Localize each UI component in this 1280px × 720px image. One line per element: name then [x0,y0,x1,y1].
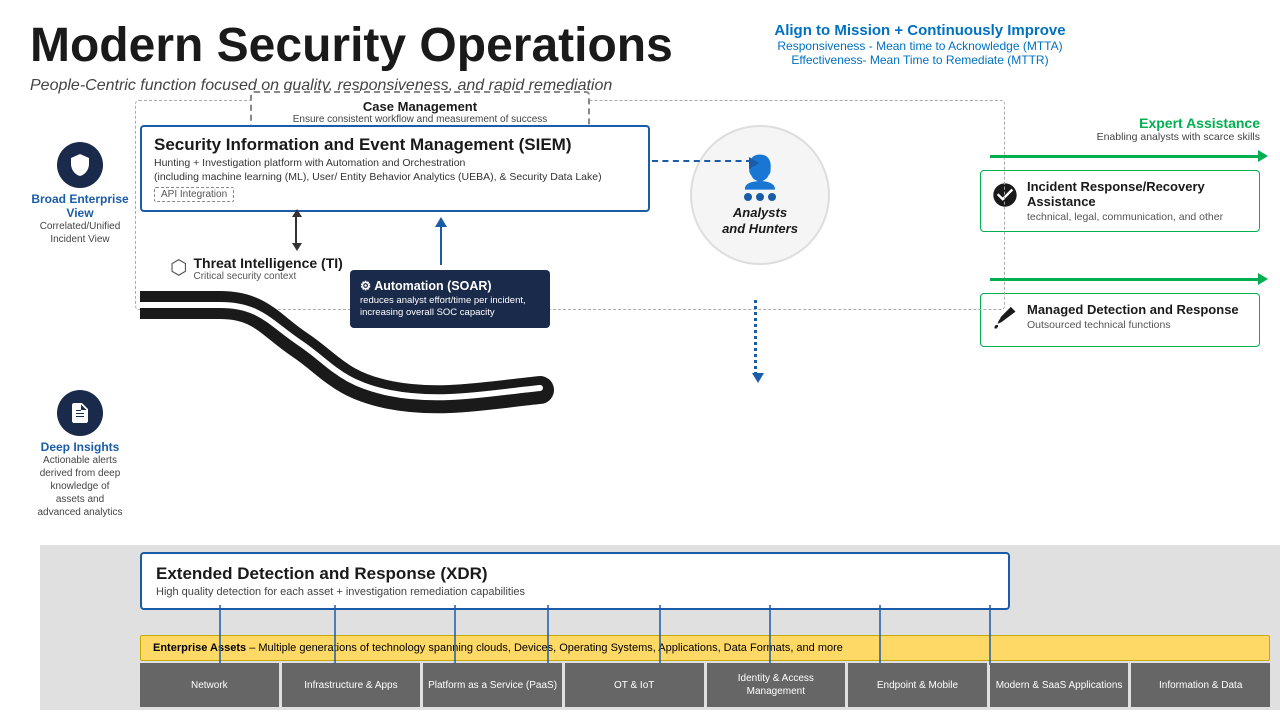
mdr-icon [991,304,1019,338]
enterprise-text: – Multiple generations of technology spa… [246,642,843,654]
analysts-down-arrowhead [752,373,764,383]
analyst-dots [744,193,776,201]
expert-assist: Expert Assistance Enabling analysts with… [980,115,1260,143]
siem-title: Security Information and Event Managemen… [154,135,636,155]
analysts-circle: 👤 Analystsand Hunters [690,125,830,265]
case-mgmt-sub: Ensure consistent workflow and measureme… [264,114,576,125]
mdr-sub: Outsourced technical functions [1027,319,1239,331]
document-icon [57,390,103,436]
soar-box: ⚙ Automation (SOAR) reduces analyst effo… [350,270,550,328]
ti-arrow [295,215,297,245]
mdr-arrow-line [990,278,1260,281]
mdr-text: Managed Detection and Response Outsource… [1027,302,1239,331]
expert-title: Expert Assistance [980,115,1260,131]
analysts-down-arrow [754,300,757,375]
left-icon-broad: Broad Enterprise View Correlated/Unified… [30,142,130,246]
siem-sub1: Hunting + Investigation platform with Au… [154,157,636,169]
enterprise-bold: Enterprise Assets [153,642,246,654]
ir-icon [991,181,1019,215]
tile-infra: Infrastructure & Apps [282,663,421,707]
ir-arrow-line [990,155,1260,158]
soar-title: ⚙ Automation (SOAR) [360,278,540,293]
deep-label: Deep Insights [41,440,120,454]
ir-text: Incident Response/Recovery Assistance te… [1027,179,1249,223]
dot2 [756,193,764,201]
analysts-label: Analystsand Hunters [722,205,798,236]
ir-title: Incident Response/Recovery Assistance [1027,179,1249,209]
api-badge: API Integration [154,187,234,202]
mdr-arrowhead [1258,273,1268,285]
diagram: Broad Enterprise View Correlated/Unified… [30,105,1260,710]
ir-arrowhead [1258,150,1268,162]
ir-box: Incident Response/Recovery Assistance te… [980,170,1260,232]
ti-text: Threat Intelligence (TI) Critical securi… [193,255,342,282]
xdr-box: Extended Detection and Response (XDR) Hi… [140,552,1010,610]
tile-info-data: Information & Data [1131,663,1270,707]
tile-saas: Modern & SaaS Applications [990,663,1129,707]
mdr-arrow-row [980,278,1260,281]
ti-arrow-down [292,243,302,251]
broad-label: Broad Enterprise View [30,192,130,220]
deep-sublabel: Actionable alerts derived from deep know… [35,454,125,519]
ti-box: ⬡ Threat Intelligence (TI) Critical secu… [170,255,343,282]
ti-arrow-up [292,209,302,217]
align-title: Align to Mission + Continuously Improve [580,22,1260,39]
dot1 [744,193,752,201]
shield-icon [57,142,103,188]
spacer [980,240,1260,270]
mdr-title: Managed Detection and Response [1027,302,1239,317]
align-line2: Effectiveness- Mean Time to Remediate (M… [580,53,1260,67]
ti-sub: Critical security context [193,271,342,282]
align-section: Align to Mission + Continuously Improve … [580,22,1260,67]
enterprise-bar: Enterprise Assets – Multiple generations… [140,635,1270,661]
tile-network: Network [140,663,279,707]
left-icon-deep: Deep Insights Actionable alerts derived … [30,390,130,519]
tile-iam: Identity & Access Management [707,663,846,707]
ti-title: Threat Intelligence (TI) [193,255,342,271]
case-mgmt-title: Case Management [264,99,576,114]
mdr-box: Managed Detection and Response Outsource… [980,293,1260,347]
xdr-sub: High quality detection for each asset + … [156,586,994,598]
tile-paas: Platform as a Service (PaaS) [423,663,562,707]
soar-up-arrow [440,225,442,265]
siem-sub2: (including machine learning (ML), User/ … [154,171,636,183]
middle-section: Case Management Ensure consistent workfl… [140,105,970,710]
soar-up-arrowhead [435,217,447,227]
subtitle: People-Centric function focused on quali… [30,77,1250,95]
siem-box: Security Information and Event Managemen… [140,125,650,212]
page: Modern Security Operations People-Centri… [0,0,1280,720]
asset-tiles: Network Infrastructure & Apps Platform a… [140,663,1270,707]
tile-ot-iot: OT & IoT [565,663,704,707]
soar-sub: reduces analyst effort/time per incident… [360,295,540,320]
ir-arrow-row [980,155,1260,158]
expert-sub: Enabling analysts with scarce skills [980,131,1260,143]
dot3 [768,193,776,201]
ir-sub: technical, legal, communication, and oth… [1027,211,1249,223]
xdr-title: Extended Detection and Response (XDR) [156,564,994,584]
align-line1: Responsiveness - Mean time to Acknowledg… [580,39,1260,53]
ti-icon: ⬡ [170,255,187,280]
siem-analysts-arrow [652,160,752,162]
broad-sublabel: Correlated/UnifiedIncident View [40,220,121,246]
tile-endpoint: Endpoint & Mobile [848,663,987,707]
ti-arrow-line [295,215,297,245]
siem-analysts-arrowhead [749,157,759,169]
